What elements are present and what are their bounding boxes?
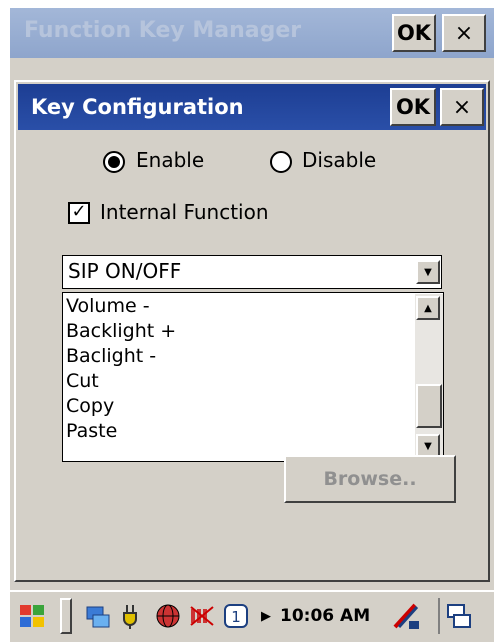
scrollbar-thumb[interactable]	[416, 384, 442, 428]
outer-close-button[interactable]: ×	[442, 14, 486, 52]
disable-radio-label[interactable]: Disable	[302, 148, 376, 172]
outer-window-title: Function Key Manager	[24, 18, 302, 43]
outer-ok-button[interactable]: OK	[392, 14, 436, 52]
combobox-dropdown-button[interactable]: ▼	[416, 260, 440, 284]
list-item[interactable]: Volume -	[66, 294, 150, 318]
clock[interactable]: 10:06 AM	[280, 606, 370, 626]
sip-pen-icon[interactable]	[388, 598, 424, 634]
internal-function-label[interactable]: Internal Function	[100, 200, 269, 224]
scroll-up-button[interactable]: ▲	[416, 296, 440, 320]
input-1-icon[interactable]: 1	[220, 600, 252, 632]
list-item[interactable]: Cut	[66, 369, 99, 393]
power-plug-icon[interactable]	[118, 600, 150, 632]
combobox-value: SIP ON/OFF	[68, 259, 182, 283]
task-switch-icon[interactable]	[438, 598, 478, 634]
dialog-ok-button[interactable]: OK	[390, 88, 436, 126]
keyboard-divider-icon	[60, 598, 72, 634]
disable-radio[interactable]	[270, 151, 292, 173]
list-item[interactable]: Paste	[66, 419, 117, 443]
dialog-title: Key Configuration	[31, 95, 244, 119]
network-icon[interactable]	[82, 600, 114, 632]
globe-icon[interactable]	[152, 600, 184, 632]
dialog-close-button[interactable]: ×	[440, 88, 484, 126]
internal-function-checkbox[interactable]: ✓	[68, 202, 90, 224]
enable-radio[interactable]	[103, 151, 125, 173]
start-flag-icon[interactable]	[16, 600, 48, 632]
browse-button[interactable]: Browse..	[284, 455, 456, 503]
signal-off-icon[interactable]	[186, 600, 218, 632]
list-item[interactable]: Baclight -	[66, 344, 156, 368]
svg-text:1: 1	[231, 608, 241, 626]
list-item[interactable]: Copy	[66, 394, 114, 418]
list-item[interactable]: Backlight +	[66, 319, 176, 343]
arrow-right-icon[interactable]: ▶	[256, 604, 276, 628]
enable-radio-label[interactable]: Enable	[136, 148, 204, 172]
